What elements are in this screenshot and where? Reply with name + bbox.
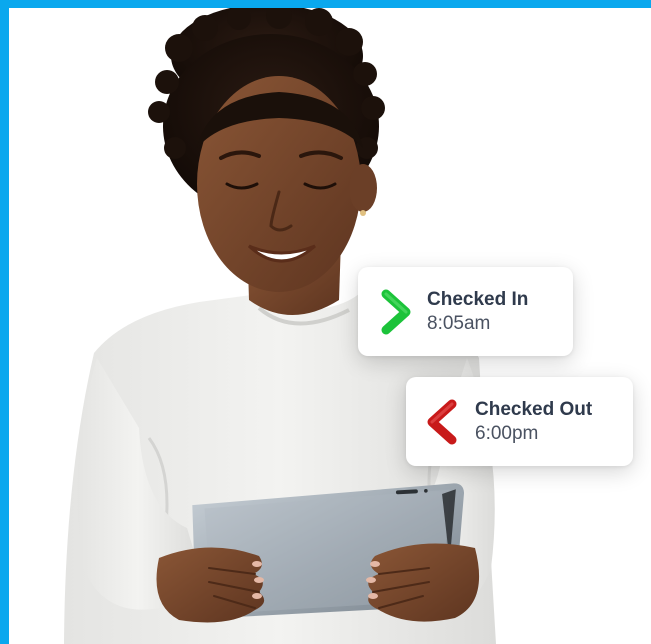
checked-in-card: Checked In 8:05am: [358, 267, 573, 356]
checked-out-label: Checked Out: [475, 398, 593, 420]
checked-out-time: 6:00pm: [475, 422, 539, 444]
chevron-right-icon: [381, 289, 411, 334]
checked-in-text: Checked In 8:05am: [427, 288, 528, 336]
left-hand: [156, 547, 265, 623]
checked-out-card: Checked Out 6:00pm: [406, 377, 633, 466]
checked-in-time: 8:05am: [427, 312, 491, 334]
hero-canvas: Checked In 8:05am Checked Out 6:00pm: [9, 8, 651, 644]
checked-out-text: Checked Out 6:00pm: [475, 398, 592, 446]
checked-in-label: Checked In: [427, 288, 529, 310]
chevron-left-icon: [427, 399, 457, 444]
